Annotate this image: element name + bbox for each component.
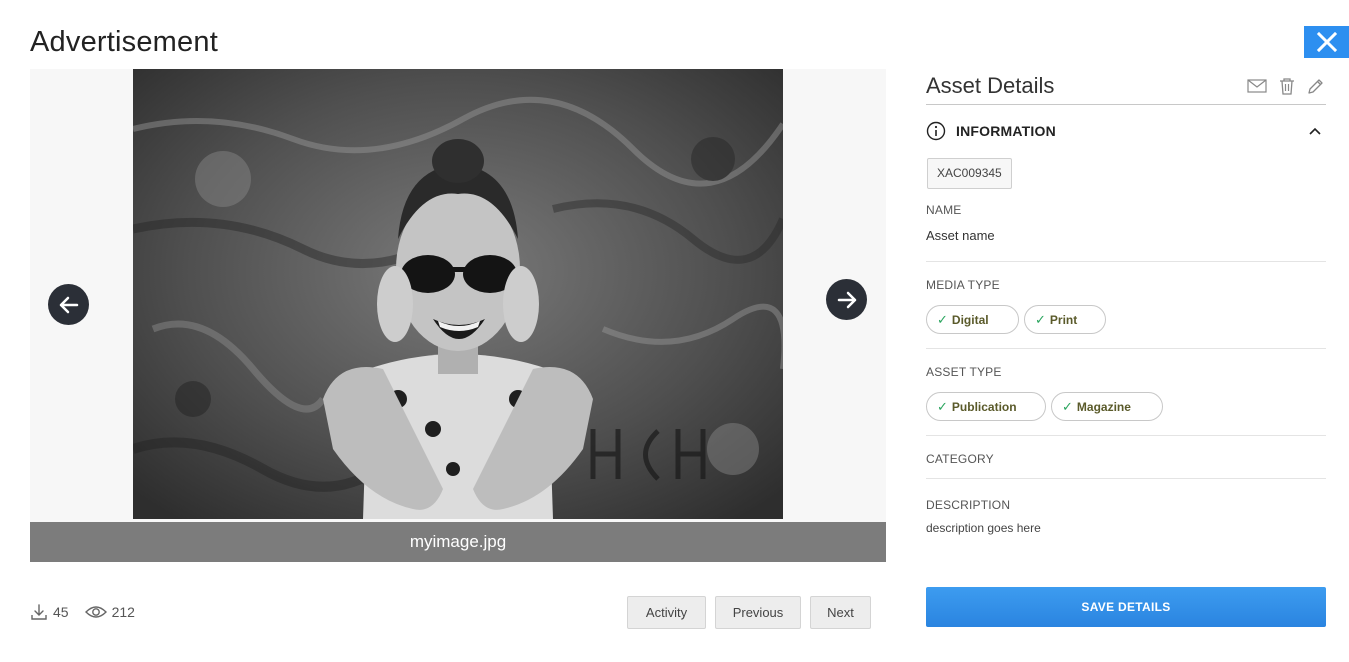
arrow-left-icon xyxy=(59,296,78,313)
asset-type-pill[interactable]: ✓ Publication xyxy=(926,392,1046,421)
media-type-pills: ✓ Digital ✓ Print xyxy=(926,305,1326,334)
file-name-bar: myimage.jpg xyxy=(30,522,886,562)
information-section-title: INFORMATION xyxy=(956,123,1056,139)
file-name: myimage.jpg xyxy=(409,532,507,551)
check-icon: ✓ xyxy=(937,311,948,327)
view-count-value: 212 xyxy=(111,604,135,620)
info-icon xyxy=(926,121,946,141)
information-section-header[interactable]: INFORMATION xyxy=(926,120,1326,142)
pencil-icon[interactable] xyxy=(1307,78,1324,95)
description-value: description goes here xyxy=(926,521,1041,535)
asset-details-title: Asset Details xyxy=(926,73,1055,98)
asset-stats: 45 212 xyxy=(30,603,135,621)
download-count-value: 45 xyxy=(53,604,69,620)
activity-button[interactable]: Activity xyxy=(627,596,706,629)
category-field: CATEGORY xyxy=(926,436,1326,479)
view-count: 212 xyxy=(84,604,135,620)
asset-type-field: ASSET TYPE ✓ Publication ✓ Magazine xyxy=(926,349,1326,436)
asset-actions xyxy=(1247,77,1326,95)
close-button[interactable] xyxy=(1304,26,1349,58)
image-viewer: myimage.jpg xyxy=(30,69,886,562)
previous-button[interactable]: Previous xyxy=(715,596,801,629)
category-label: CATEGORY xyxy=(926,452,994,466)
download-icon xyxy=(31,604,47,620)
arrow-right-icon xyxy=(837,291,856,308)
close-icon xyxy=(1316,31,1337,53)
name-field: NAME Asset name xyxy=(926,203,1326,262)
media-type-field: MEDIA TYPE ✓ Digital ✓ Print xyxy=(926,262,1326,349)
check-icon: ✓ xyxy=(937,398,948,414)
mail-icon[interactable] xyxy=(1247,78,1267,94)
previous-image-button[interactable] xyxy=(48,284,89,325)
eye-icon xyxy=(84,606,107,618)
save-details-button[interactable]: SAVE DETAILS xyxy=(926,587,1326,627)
name-label: NAME xyxy=(926,203,962,217)
asset-details-panel: Asset Details INFORMATION XAC009345 NAME… xyxy=(926,68,1326,535)
media-type-pill[interactable]: ✓ Digital xyxy=(926,305,1019,334)
asset-id-chip: XAC009345 xyxy=(927,158,1012,189)
asset-type-pill[interactable]: ✓ Magazine xyxy=(1051,392,1163,421)
check-icon: ✓ xyxy=(1062,398,1073,414)
page-title: Advertisement xyxy=(30,26,218,58)
asset-image xyxy=(133,69,783,519)
description-field: DESCRIPTION description goes here xyxy=(926,479,1326,535)
chevron-up-icon[interactable] xyxy=(1308,126,1322,136)
name-value: Asset name xyxy=(926,228,995,243)
next-image-button[interactable] xyxy=(826,279,867,320)
trash-icon[interactable] xyxy=(1279,77,1295,95)
asset-type-pills: ✓ Publication ✓ Magazine xyxy=(926,392,1326,421)
asset-details-header: Asset Details xyxy=(926,68,1326,105)
media-type-pill[interactable]: ✓ Print xyxy=(1024,305,1106,334)
next-button[interactable]: Next xyxy=(810,596,871,629)
asset-type-label: ASSET TYPE xyxy=(926,365,1002,379)
asset-photo xyxy=(133,69,783,519)
description-label: DESCRIPTION xyxy=(926,498,1011,512)
check-icon: ✓ xyxy=(1035,311,1046,327)
media-type-label: MEDIA TYPE xyxy=(926,278,1000,292)
download-count: 45 xyxy=(30,603,69,621)
